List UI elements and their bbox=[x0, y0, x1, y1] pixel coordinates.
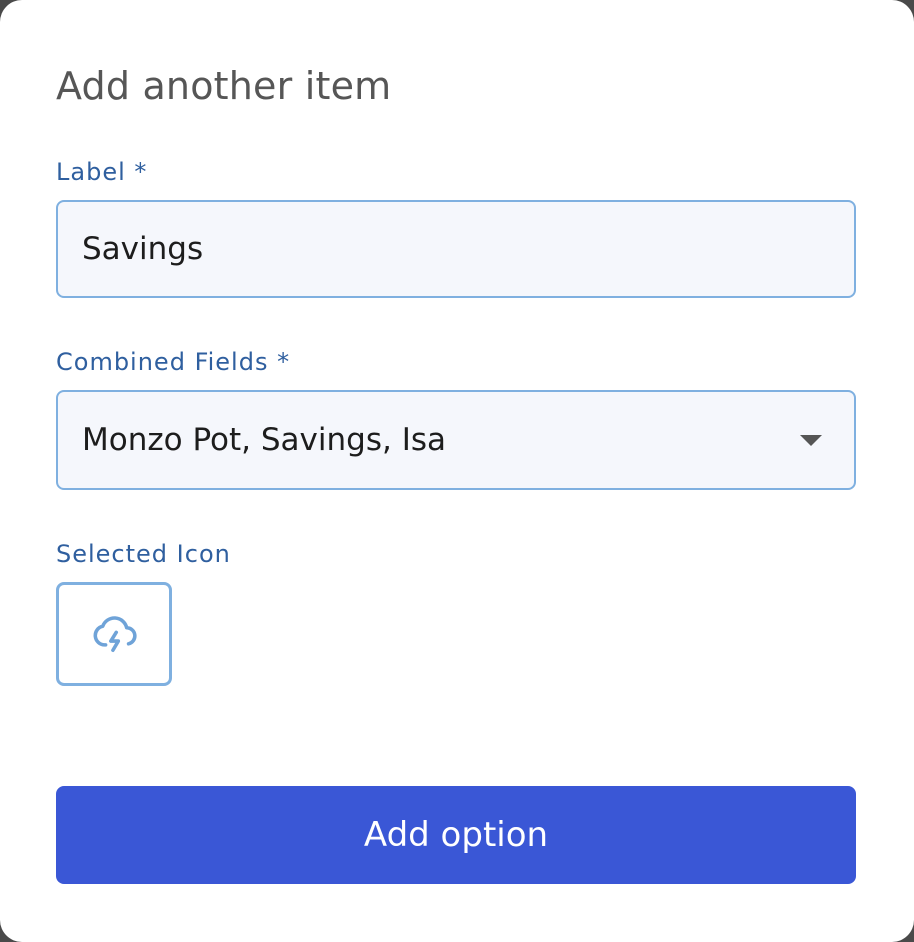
combined-fields-label: Combined Fields * bbox=[56, 348, 291, 376]
label-field-label: Label * bbox=[56, 158, 148, 186]
combined-fields-select[interactable]: Monzo Pot, Savings, Isa bbox=[56, 390, 856, 490]
combined-fields-value: Monzo Pot, Savings, Isa bbox=[82, 422, 446, 458]
add-item-dialog: Add another item Label * Combined Fields… bbox=[0, 0, 914, 942]
add-option-button[interactable]: Add option bbox=[56, 786, 856, 884]
dialog-title: Add another item bbox=[56, 64, 392, 108]
selected-icon-picker[interactable] bbox=[56, 582, 172, 686]
selected-icon-label: Selected Icon bbox=[56, 540, 231, 568]
cloud-lightning-icon bbox=[93, 616, 137, 653]
chevron-down-icon[interactable] bbox=[800, 435, 822, 446]
label-input[interactable] bbox=[82, 230, 762, 268]
label-input-wrapper[interactable] bbox=[56, 200, 856, 298]
